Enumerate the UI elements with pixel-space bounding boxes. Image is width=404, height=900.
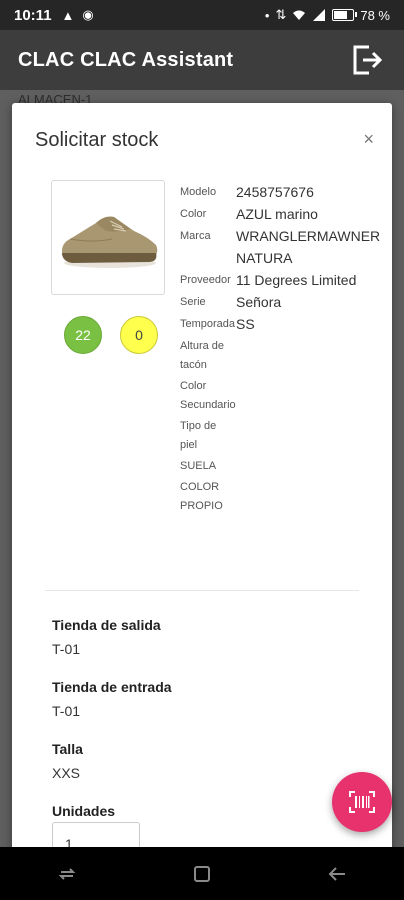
attribute-value: [236, 335, 390, 375]
shoe-image: [62, 216, 158, 268]
recent-apps-icon: [58, 867, 76, 880]
stock-count-yellow: 0: [120, 316, 158, 354]
field-label: Unidades: [52, 803, 116, 819]
attribute-label: COLOR PROPIO: [180, 481, 223, 512]
signal-icon: [313, 9, 326, 21]
status-right: • ⇅ 78 %: [265, 7, 390, 23]
field-unidades: Unidades: [52, 803, 115, 819]
back-arrow-icon: [328, 866, 345, 881]
logout-button[interactable]: [346, 40, 386, 80]
home-button[interactable]: [172, 854, 232, 894]
attribute-label: Marca: [180, 230, 211, 242]
attribute-label: Modelo: [180, 186, 217, 198]
status-bar: 10:11 ▲ ◉ • ⇅ 78 %: [0, 0, 404, 30]
request-stock-modal: Solicitar stock × 22 0 Modelo 2458757676…: [12, 103, 392, 863]
attribute-label: Serie: [180, 296, 206, 308]
divider: [45, 590, 359, 591]
battery-icon: [332, 9, 358, 21]
attribute-value: SS: [236, 316, 255, 332]
app-title: CLAC CLAC Assistant: [18, 48, 234, 71]
attribute-row: Color AZUL marino: [180, 203, 390, 225]
attribute-value: 11 Degrees Limited: [236, 272, 357, 288]
app-bar: CLAC CLAC Assistant: [0, 30, 404, 90]
attribute-value: 2458757676: [236, 184, 314, 200]
field-value[interactable]: XXS: [52, 765, 83, 781]
attribute-value: [236, 476, 390, 516]
attribute-row: Altura de tacón: [180, 335, 390, 375]
product-image: [51, 180, 165, 295]
home-icon: [193, 865, 210, 882]
vibrate-icon: ⇅: [275, 7, 287, 22]
barcode-scan-icon: [349, 791, 375, 813]
product-attributes: Modelo 2458757676 Color AZUL marino Marc…: [180, 181, 390, 516]
field-tienda-salida: Tienda de salida T-01: [52, 617, 161, 657]
attribute-value: Señora: [236, 294, 282, 310]
attribute-value: [236, 455, 390, 476]
close-button[interactable]: ×: [363, 129, 374, 150]
logout-icon: [353, 45, 383, 75]
attribute-row: COLOR PROPIO: [180, 476, 390, 516]
wifi-icon: [293, 10, 306, 20]
attribute-row: Modelo 2458757676: [180, 181, 390, 203]
scan-barcode-button[interactable]: [332, 772, 392, 832]
attribute-label: Color Secundario: [180, 380, 236, 411]
back-button[interactable]: [307, 854, 367, 894]
settings-notification-icon: ◉: [82, 7, 94, 22]
attribute-label: Proveedor: [180, 274, 231, 286]
battery-percent: 78 %: [360, 7, 390, 23]
attribute-row: Marca WRANGLERMAWNER NATURA: [180, 225, 390, 269]
field-label: Talla: [52, 741, 83, 757]
attribute-value: [236, 375, 390, 415]
field-talla: Talla XXS: [52, 741, 83, 781]
navigation-bar: [0, 847, 404, 900]
field-tienda-entrada: Tienda de entrada T-01: [52, 679, 172, 719]
attribute-value: AZUL marino: [236, 206, 318, 222]
field-label: Tienda de entrada: [52, 679, 172, 695]
attribute-row: SUELA: [180, 455, 390, 476]
attribute-label: SUELA: [180, 460, 217, 472]
field-value[interactable]: T-01: [52, 703, 172, 719]
attribute-label: Tipo de piel: [180, 420, 217, 451]
attribute-label: Temporada: [180, 318, 236, 330]
field-label: Tienda de salida: [52, 617, 161, 633]
attribute-row: Proveedor 11 Degrees Limited: [180, 269, 390, 291]
attribute-label: Color: [180, 208, 207, 220]
attribute-value: [236, 415, 390, 455]
notification-icon: ▲: [61, 7, 75, 23]
stock-count-green: 22: [64, 316, 102, 354]
field-value[interactable]: T-01: [52, 641, 161, 657]
location-dot-icon: •: [264, 7, 270, 23]
attribute-row: Color Secundario: [180, 375, 390, 415]
attribute-value: WRANGLERMAWNER NATURA: [236, 228, 381, 266]
recent-apps-button[interactable]: [37, 854, 97, 894]
attribute-label: Altura de tacón: [180, 340, 225, 371]
attribute-row: Temporada SS: [180, 313, 390, 335]
attribute-row: Tipo de piel: [180, 415, 390, 455]
attribute-row: Serie Señora: [180, 291, 390, 313]
modal-title: Solicitar stock: [35, 129, 159, 151]
status-time: 10:11: [14, 6, 52, 24]
